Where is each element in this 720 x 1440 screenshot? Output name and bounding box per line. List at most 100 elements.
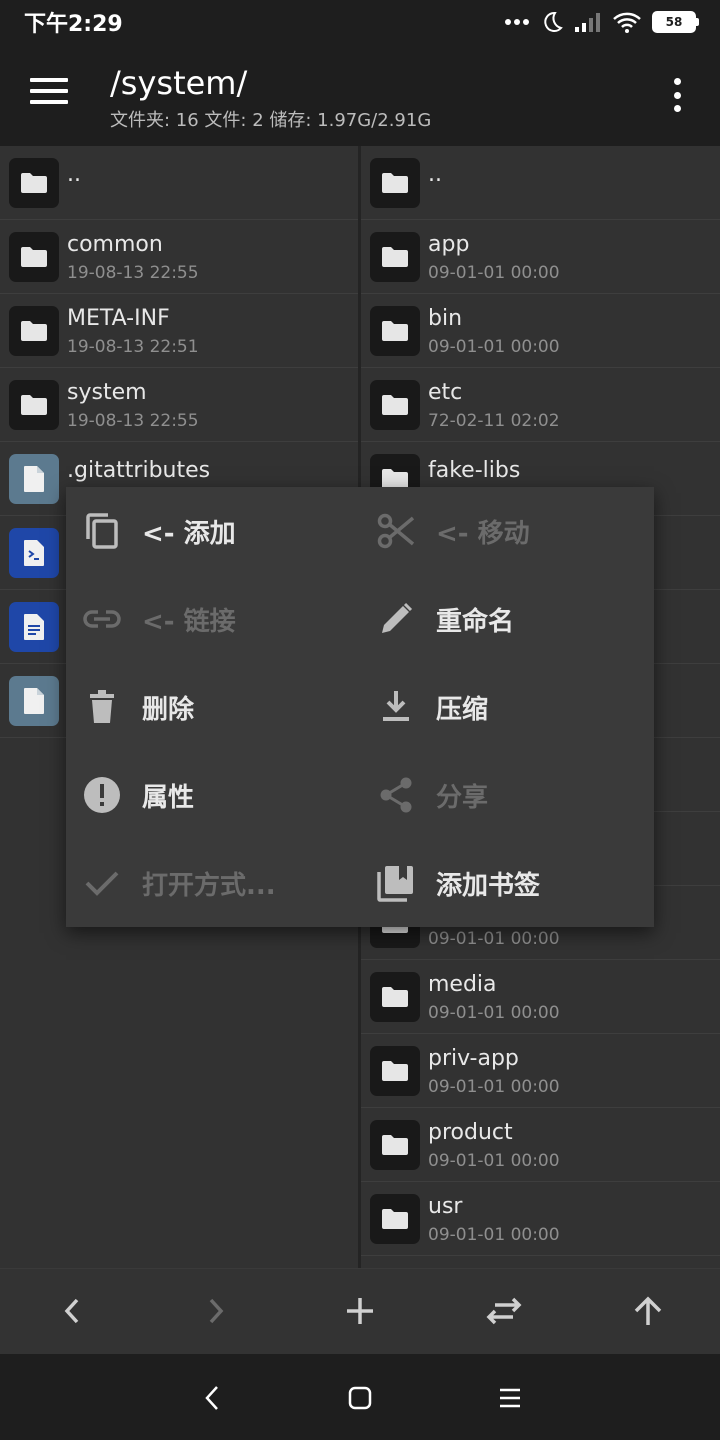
list-item[interactable]: usr 09-01-01 00:00 — [361, 1182, 720, 1256]
delete-menu-item[interactable]: 删除 — [66, 663, 360, 751]
system-nav-bar — [0, 1354, 720, 1440]
item-name: common — [67, 232, 163, 257]
folder-icon — [9, 380, 59, 430]
pencil-icon — [376, 599, 416, 639]
item-date: 09-01-01 00:00 — [428, 1003, 560, 1023]
list-item[interactable]: common 19-08-13 22:55 — [0, 220, 358, 294]
item-name: bin — [428, 306, 463, 331]
folder-icon — [370, 1120, 420, 1170]
bookmarks-icon — [376, 863, 416, 903]
item-name: app — [428, 232, 470, 257]
app-bar: /system/ 文件夹: 16 文件: 2 储存: 1.97G/2.91G — [0, 44, 720, 146]
nav-home-icon — [348, 1386, 372, 1410]
share-menu-item[interactable]: 分享 — [360, 751, 654, 839]
list-item[interactable] — [361, 1256, 720, 1268]
nav-recents-icon — [500, 1388, 520, 1408]
item-name: media — [428, 972, 497, 997]
file-icon — [9, 676, 59, 726]
menu-icon[interactable] — [30, 78, 68, 110]
menu-label: 重命名 — [436, 606, 515, 637]
battery-level: 58 — [665, 15, 683, 29]
moon-icon — [544, 11, 563, 32]
add-button[interactable] — [338, 1289, 382, 1333]
open-with-menu-item[interactable]: 打开方式... — [66, 839, 360, 927]
compress-menu-item[interactable]: 压缩 — [360, 663, 654, 751]
folder-icon — [370, 1046, 420, 1096]
up-button[interactable] — [626, 1289, 670, 1333]
item-date: 09-01-01 00:00 — [428, 1225, 560, 1245]
item-date: 09-01-01 00:00 — [428, 263, 560, 283]
item-name: usr — [428, 1194, 463, 1219]
info-icon — [82, 775, 122, 815]
link-icon — [82, 599, 122, 639]
list-item[interactable]: priv-app 09-01-01 00:00 — [361, 1034, 720, 1108]
move-add-menu-item[interactable]: <- 移动 — [360, 487, 654, 575]
share-icon — [376, 775, 416, 815]
menu-label: <- 添加 — [142, 518, 236, 549]
item-date: 09-01-01 00:00 — [428, 1077, 560, 1097]
properties-menu-item[interactable]: 属性 — [66, 751, 360, 839]
wifi-icon — [613, 12, 641, 33]
menu-label: 删除 — [142, 694, 195, 725]
add-bookmark-menu-item[interactable]: 添加书签 — [360, 839, 654, 927]
swap-icon — [486, 1297, 522, 1325]
folder-icon — [9, 232, 59, 282]
nav-home-button[interactable] — [340, 1378, 380, 1418]
list-item[interactable]: product 09-01-01 00:00 — [361, 1108, 720, 1182]
item-date: 09-01-01 00:00 — [428, 337, 560, 357]
link-add-menu-item[interactable]: <- 链接 — [66, 575, 360, 663]
rename-menu-item[interactable]: 重命名 — [360, 575, 654, 663]
scissors-icon — [376, 511, 416, 551]
bottom-toolbar — [0, 1268, 720, 1354]
copy-icon — [82, 511, 122, 551]
battery-icon: 58 — [652, 11, 699, 33]
plus-icon — [347, 1298, 373, 1324]
menu-label: 分享 — [436, 782, 489, 813]
list-item[interactable]: system 19-08-13 22:55 — [0, 368, 358, 442]
more-options-icon[interactable] — [672, 78, 682, 112]
item-name: fake-libs — [428, 458, 521, 483]
path-title: /system/ — [110, 64, 248, 102]
folder-icon — [370, 972, 420, 1022]
list-item[interactable]: .. — [0, 146, 358, 220]
item-date: 09-01-01 00:00 — [428, 929, 560, 949]
signal-icon — [575, 13, 600, 32]
list-item[interactable]: bin 09-01-01 00:00 — [361, 294, 720, 368]
script-file-icon — [9, 528, 59, 578]
folder-icon — [370, 232, 420, 282]
list-item[interactable]: .. — [361, 146, 720, 220]
status-time: 下午2:29 — [24, 12, 123, 37]
item-date: 19-08-13 22:55 — [67, 411, 199, 431]
status-bar: 下午2:29 58 — [0, 0, 720, 44]
trash-icon — [82, 687, 122, 727]
folder-icon — [370, 1194, 420, 1244]
item-name: priv-app — [428, 1046, 519, 1071]
menu-label: <- 移动 — [436, 518, 530, 549]
copy-add-menu-item[interactable]: <- 添加 — [66, 487, 360, 575]
folder-icon — [370, 306, 420, 356]
arrow-up-icon — [634, 1296, 662, 1325]
folder-icon — [370, 380, 420, 430]
back-button[interactable] — [50, 1289, 94, 1333]
item-date: 09-01-01 00:00 — [428, 1151, 560, 1171]
forward-button[interactable] — [194, 1289, 238, 1333]
list-item[interactable]: media 09-01-01 00:00 — [361, 960, 720, 1034]
swap-panes-button[interactable] — [482, 1289, 526, 1333]
storage-summary: 文件夹: 16 文件: 2 储存: 1.97G/2.91G — [110, 110, 432, 131]
item-name: product — [428, 1120, 513, 1145]
status-icons: 58 — [504, 10, 699, 34]
nav-back-button[interactable] — [192, 1378, 232, 1418]
list-item[interactable]: app 09-01-01 00:00 — [361, 220, 720, 294]
menu-label: 打开方式... — [142, 870, 276, 901]
chevron-right-icon — [209, 1298, 224, 1324]
folder-icon — [9, 158, 59, 208]
list-item[interactable]: etc 72-02-11 02:02 — [361, 368, 720, 442]
menu-label: 添加书签 — [436, 870, 541, 901]
chevron-left-icon — [64, 1298, 79, 1324]
menu-label: 压缩 — [436, 694, 489, 725]
item-name: .. — [67, 162, 81, 187]
text-file-icon — [9, 602, 59, 652]
download-icon — [376, 687, 416, 727]
nav-recents-button[interactable] — [490, 1378, 530, 1418]
list-item[interactable]: META-INF 19-08-13 22:51 — [0, 294, 358, 368]
